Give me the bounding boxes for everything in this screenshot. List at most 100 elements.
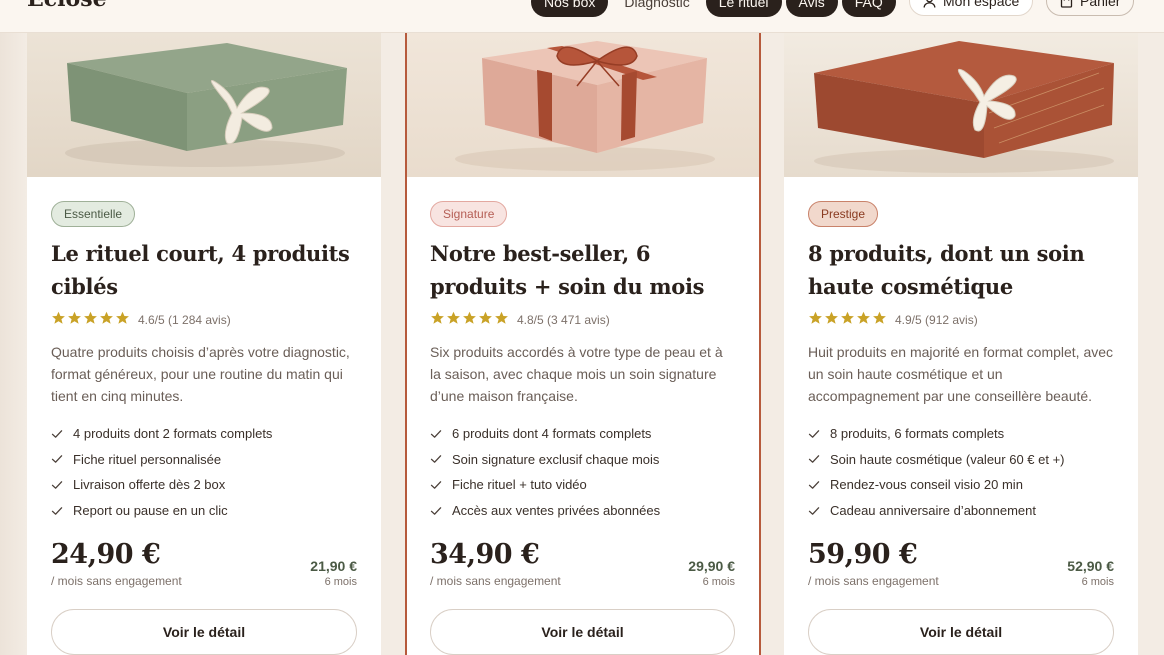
- feature-text: 6 produits dont 4 formats complets: [452, 426, 652, 442]
- rating-text: 4.9/5 (912 avis): [895, 312, 978, 327]
- check-icon: [430, 453, 442, 465]
- star-icon: [856, 311, 871, 328]
- cart-button[interactable]: Panier: [1046, 0, 1135, 16]
- star-icon: [808, 311, 823, 328]
- nav-avis[interactable]: Avis: [785, 0, 838, 17]
- feature-item: Fiche rituel personnalisée: [51, 447, 357, 473]
- star-icon: [494, 311, 509, 328]
- gift-box-image: [407, 33, 759, 177]
- six-month-price: 21,90 € 6 mois: [310, 558, 357, 588]
- feature-text: 4 produits dont 2 formats complets: [73, 426, 273, 442]
- star-icon: [872, 311, 887, 328]
- nav-faq[interactable]: FAQ: [841, 0, 896, 17]
- check-icon: [51, 453, 63, 465]
- check-icon: [51, 505, 63, 517]
- nav-le-rituel[interactable]: Le rituel: [705, 0, 782, 17]
- feature-text: Fiche rituel + tuto vidéo: [452, 477, 587, 493]
- star-rating-icons: [808, 311, 887, 328]
- account-button[interactable]: Mon espace: [909, 0, 1034, 16]
- rating: 4.9/5 (912 avis): [808, 311, 1114, 328]
- card-description: Six produits accordés à votre type de pe…: [430, 344, 723, 404]
- check-icon: [808, 479, 820, 491]
- star-icon: [51, 311, 66, 328]
- pricing: 24,90 € / mois sans engagement 21,90 € 6…: [51, 539, 357, 588]
- feature-item: Soin signature exclusif chaque mois: [430, 447, 735, 473]
- user-icon: [923, 0, 936, 8]
- feature-list: 4 produits dont 2 formats complets Fiche…: [51, 421, 357, 523]
- feature-text: Livraison offerte dès 2 box: [73, 477, 226, 493]
- check-icon: [808, 453, 820, 465]
- box-card-signature: Signature Notre best-seller, 6 produits …: [405, 33, 761, 655]
- feature-list: 6 produits dont 4 formats complets Soin …: [430, 421, 735, 523]
- check-icon: [51, 428, 63, 440]
- bag-icon: [1060, 0, 1073, 8]
- check-icon: [808, 428, 820, 440]
- pricing: 34,90 € / mois sans engagement 29,90 € 6…: [430, 539, 735, 588]
- nav-diagnostic[interactable]: Diagnostic: [612, 0, 701, 17]
- check-icon: [808, 505, 820, 517]
- star-icon: [115, 311, 130, 328]
- star-icon: [67, 311, 82, 328]
- feature-text: 8 produits, 6 formats complets: [830, 426, 1005, 442]
- check-icon: [430, 428, 442, 440]
- gift-box-image: [784, 33, 1138, 177]
- view-detail-button[interactable]: Voir le détail: [808, 609, 1114, 655]
- view-detail-button[interactable]: Voir le détail: [51, 609, 357, 655]
- feature-item: Report ou pause en un clic: [51, 498, 357, 524]
- cart-label: Panier: [1080, 0, 1121, 9]
- alt-price: 21,90 €: [310, 558, 357, 574]
- rating-text: 4.8/5 (3 471 avis): [517, 312, 610, 327]
- feature-text: Fiche rituel personnalisée: [73, 451, 222, 467]
- nav-nos-box[interactable]: Nos box: [531, 0, 609, 17]
- card-title: 8 produits, dont un soin haute cosmétiqu…: [808, 241, 1085, 299]
- feature-item: 8 produits, 6 formats complets: [808, 421, 1114, 447]
- alt-price: 52,90 €: [1067, 558, 1114, 574]
- badge-essentielle: Essentielle: [51, 201, 136, 227]
- feature-item: Rendez-vous conseil visio 20 min: [808, 472, 1114, 498]
- badge-signature: Signature: [430, 201, 508, 227]
- card-description: Huit produits en majorité en format comp…: [808, 344, 1114, 404]
- alt-duration: 6 mois: [702, 576, 735, 588]
- star-icon: [840, 311, 855, 328]
- feature-text: Cadeau anniversaire d’abonnement: [830, 503, 1036, 519]
- account-label: Mon espace: [943, 0, 1020, 9]
- alt-price: 29,90 €: [688, 558, 735, 574]
- check-icon: [430, 505, 442, 517]
- six-month-price: 29,90 € 6 mois: [688, 558, 735, 588]
- page-background: [0, 33, 27, 655]
- card-description: Quatre produits choisis d’après votre di…: [51, 344, 350, 404]
- card-title: Le rituel court, 4 produits ciblés: [51, 241, 350, 299]
- pricing: 59,90 € / mois sans engagement 52,90 € 6…: [808, 539, 1114, 588]
- feature-text: Report ou pause en un clic: [73, 503, 228, 519]
- check-icon: [430, 479, 442, 491]
- box-card-essentielle: Essentielle Le rituel court, 4 produits …: [27, 33, 381, 655]
- logo[interactable]: Éclose: [27, 0, 107, 12]
- feature-item: Accès aux ventes privées abonnées: [430, 498, 735, 524]
- check-icon: [51, 479, 63, 491]
- feature-item: Soin haute cosmétique (valeur 60 € et +): [808, 447, 1114, 473]
- star-rating-icons: [51, 311, 130, 328]
- alt-duration: 6 mois: [324, 576, 357, 588]
- star-icon: [446, 311, 461, 328]
- site-header: Éclose Nos box Diagnostic Le rituel Avis…: [0, 0, 1164, 33]
- feature-text: Rendez-vous conseil visio 20 min: [830, 477, 1023, 493]
- star-icon: [430, 311, 445, 328]
- rating-text: 4.6/5 (1 284 avis): [138, 312, 231, 327]
- feature-text: Soin signature exclusif chaque mois: [452, 451, 660, 467]
- star-icon: [478, 311, 493, 328]
- feature-item: Fiche rituel + tuto vidéo: [430, 472, 735, 498]
- badge-prestige: Prestige: [808, 201, 879, 227]
- gift-box-image: [27, 33, 381, 177]
- feature-item: Cadeau anniversaire d’abonnement: [808, 498, 1114, 524]
- star-rating-icons: [430, 311, 509, 328]
- box-card-prestige: Prestige 8 produits, dont un soin haute …: [784, 33, 1138, 655]
- main-nav: Nos box Diagnostic Le rituel Avis FAQ: [531, 0, 896, 17]
- view-detail-button[interactable]: Voir le détail: [430, 609, 735, 655]
- feature-item: 4 produits dont 2 formats complets: [51, 421, 357, 447]
- rating: 4.8/5 (3 471 avis): [430, 311, 735, 328]
- star-icon: [824, 311, 839, 328]
- feature-text: Soin haute cosmétique (valeur 60 € et +): [830, 451, 1065, 467]
- card-title: Notre best-seller, 6 produits + soin du …: [430, 241, 705, 299]
- feature-list: 8 produits, 6 formats complets Soin haut…: [808, 421, 1114, 523]
- feature-text: Accès aux ventes privées abonnées: [452, 503, 661, 519]
